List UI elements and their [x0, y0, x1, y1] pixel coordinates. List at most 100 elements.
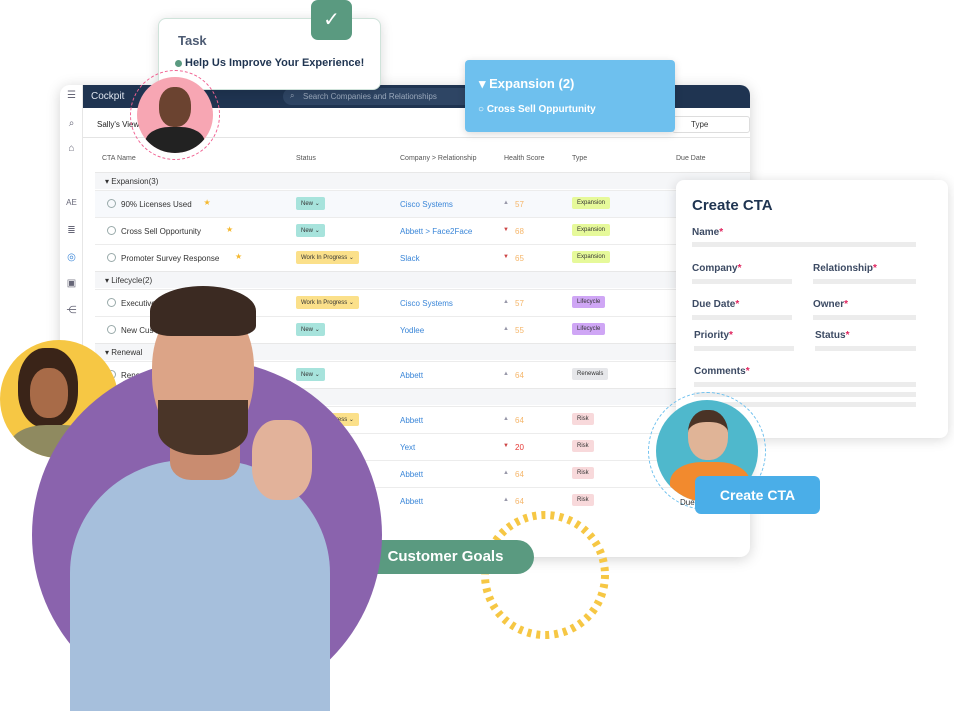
- menu-icon[interactable]: ☰: [64, 90, 79, 101]
- type-filter[interactable]: Type: [672, 116, 750, 133]
- health-score: 64: [515, 416, 524, 425]
- table-row[interactable]: Executive Bu Work In Progress ⌄ Cisco Sy…: [95, 289, 750, 316]
- table-row[interactable]: Promoter Survey Response ★ Work In Progr…: [95, 244, 750, 271]
- name-field[interactable]: [692, 242, 916, 247]
- star-icon[interactable]: ★: [235, 252, 242, 261]
- company-label: Company*: [692, 263, 742, 274]
- status-dropdown[interactable]: New ⌄: [296, 197, 325, 210]
- status-label: New: [301, 327, 314, 333]
- table-row[interactable]: Cross Sell Opportunity ★ New ⌄ Abbett > …: [95, 217, 750, 244]
- expansion-popup-title[interactable]: ▾ Expansion (2): [479, 76, 574, 92]
- type-badge: Risk: [572, 467, 594, 479]
- type-badge: Lifecycle: [572, 296, 606, 308]
- chevron-down-icon: ⌄: [314, 372, 320, 378]
- type-badge: Expansion: [572, 224, 611, 236]
- cta-name[interactable]: Executive Bu: [121, 299, 168, 308]
- due-date-field[interactable]: [692, 315, 792, 320]
- chevron-down-icon: ⌄: [348, 300, 354, 306]
- company-link[interactable]: Cisco Systems: [400, 299, 453, 308]
- header-health[interactable]: Health Score: [504, 155, 544, 162]
- type-filter-label: Type: [691, 120, 709, 129]
- cockpit-icon[interactable]: ◎: [64, 252, 79, 263]
- expansion-popup-title-text: Expansion (2): [489, 76, 575, 91]
- company-link[interactable]: Abbett: [400, 371, 423, 380]
- company-link[interactable]: Abbett: [400, 497, 423, 506]
- company-link[interactable]: Yodlee: [400, 326, 424, 335]
- cta-name[interactable]: Promoter Survey Response: [121, 254, 219, 263]
- trend-down-icon: ▼: [503, 443, 509, 449]
- priority-field[interactable]: [694, 346, 794, 351]
- health-score: 57: [515, 299, 524, 308]
- company-link[interactable]: Abbett: [400, 416, 423, 425]
- expansion-popup-item-text: Cross Sell Oppurtunity: [486, 104, 596, 115]
- header-company[interactable]: Company > Relationship: [400, 155, 476, 162]
- chevron-down-icon: ⌄: [348, 255, 354, 261]
- company-link[interactable]: Yext: [400, 443, 415, 452]
- home-icon[interactable]: ⌂: [64, 143, 79, 154]
- type-badge: Risk: [572, 440, 594, 452]
- group-header[interactable]: ▾ Lifecycle(2): [95, 271, 750, 288]
- group-label: Expansion: [111, 177, 149, 186]
- cta-name[interactable]: 90% Licenses Used: [121, 200, 192, 209]
- radio-button[interactable]: [107, 226, 116, 235]
- star-icon[interactable]: ★: [204, 198, 211, 207]
- health-score: 68: [515, 227, 524, 236]
- search-icon[interactable]: ⌕: [64, 118, 79, 129]
- group-label: Lifecycle: [111, 276, 143, 285]
- share-icon[interactable]: ⋲: [64, 305, 79, 316]
- chevron-down-icon: ⌄: [348, 417, 354, 423]
- sidebar-item-ae[interactable]: AE: [64, 198, 79, 207]
- status-dropdown[interactable]: New ⌄: [296, 224, 325, 237]
- trend-up-icon: ▲: [503, 416, 509, 422]
- status-label: New: [301, 372, 314, 378]
- header-cta-name[interactable]: CTA Name: [102, 155, 136, 162]
- status-field[interactable]: [815, 346, 916, 351]
- company-link[interactable]: Slack: [400, 254, 420, 263]
- header-type[interactable]: Type: [572, 155, 587, 162]
- cta-name[interactable]: New Cus: [121, 326, 153, 335]
- radio-button[interactable]: [107, 199, 116, 208]
- company-link[interactable]: Abbett: [400, 470, 423, 479]
- radio-button[interactable]: [107, 298, 116, 307]
- task-item[interactable]: Help Us Improve Your Experience!: [185, 57, 364, 69]
- dashed-ring-decoration: [481, 511, 609, 639]
- radio-icon: ○: [478, 104, 487, 115]
- group-header[interactable]: ▾ Renewal: [95, 343, 750, 360]
- status-dropdown[interactable]: New ⌄: [296, 368, 325, 381]
- star-icon[interactable]: ★: [226, 225, 233, 234]
- table-row[interactable]: New Cus New ⌄ Yodlee ▲ 55 Lifecycle: [95, 316, 750, 343]
- header-status[interactable]: Status: [296, 155, 316, 162]
- company-field[interactable]: [692, 279, 792, 284]
- type-badge: Renewals: [572, 368, 609, 380]
- layers-icon[interactable]: ≣: [64, 225, 79, 236]
- company-link[interactable]: Cisco Systems: [400, 200, 453, 209]
- relationship-label: Relationship*: [813, 263, 877, 274]
- avatar: [137, 77, 213, 153]
- health-score: 55: [515, 326, 524, 335]
- radio-button[interactable]: [107, 253, 116, 262]
- health-score: 20: [515, 443, 524, 452]
- cta-name[interactable]: Cross Sell Opportunity: [121, 227, 201, 236]
- chevron-down-icon: ⌄: [314, 201, 320, 207]
- company-link[interactable]: Abbett > Face2Face: [400, 227, 472, 236]
- status-dropdown[interactable]: Work In Progress ⌄: [296, 251, 359, 264]
- relationship-field[interactable]: [813, 279, 916, 284]
- header-due[interactable]: Due Date: [676, 155, 706, 162]
- trend-down-icon: ▼: [503, 227, 509, 233]
- owner-field[interactable]: [813, 315, 916, 320]
- clipboard-icon[interactable]: ▣: [64, 278, 79, 289]
- type-badge: Expansion: [572, 251, 611, 263]
- status-dropdown[interactable]: Work In Progress ⌄: [296, 296, 359, 309]
- create-cta-button[interactable]: Create CTA: [695, 476, 820, 514]
- status-dropdown[interactable]: New ⌄: [296, 323, 325, 336]
- radio-button[interactable]: [107, 325, 116, 334]
- group-count: (3): [148, 177, 159, 186]
- search-placeholder: Search Companies and Relationships: [303, 92, 437, 101]
- expansion-popup-item[interactable]: ○ Cross Sell Oppurtunity: [478, 104, 596, 115]
- customer-goals-badge: Customer Goals: [357, 540, 534, 574]
- table-row[interactable]: 90% Licenses Used ★ New ⌄ Cisco Systems …: [95, 190, 750, 217]
- health-score: 64: [515, 470, 524, 479]
- trend-up-icon: ▲: [503, 299, 509, 305]
- comments-label: Comments*: [694, 366, 750, 377]
- group-header[interactable]: ▾ Expansion(3): [95, 172, 750, 189]
